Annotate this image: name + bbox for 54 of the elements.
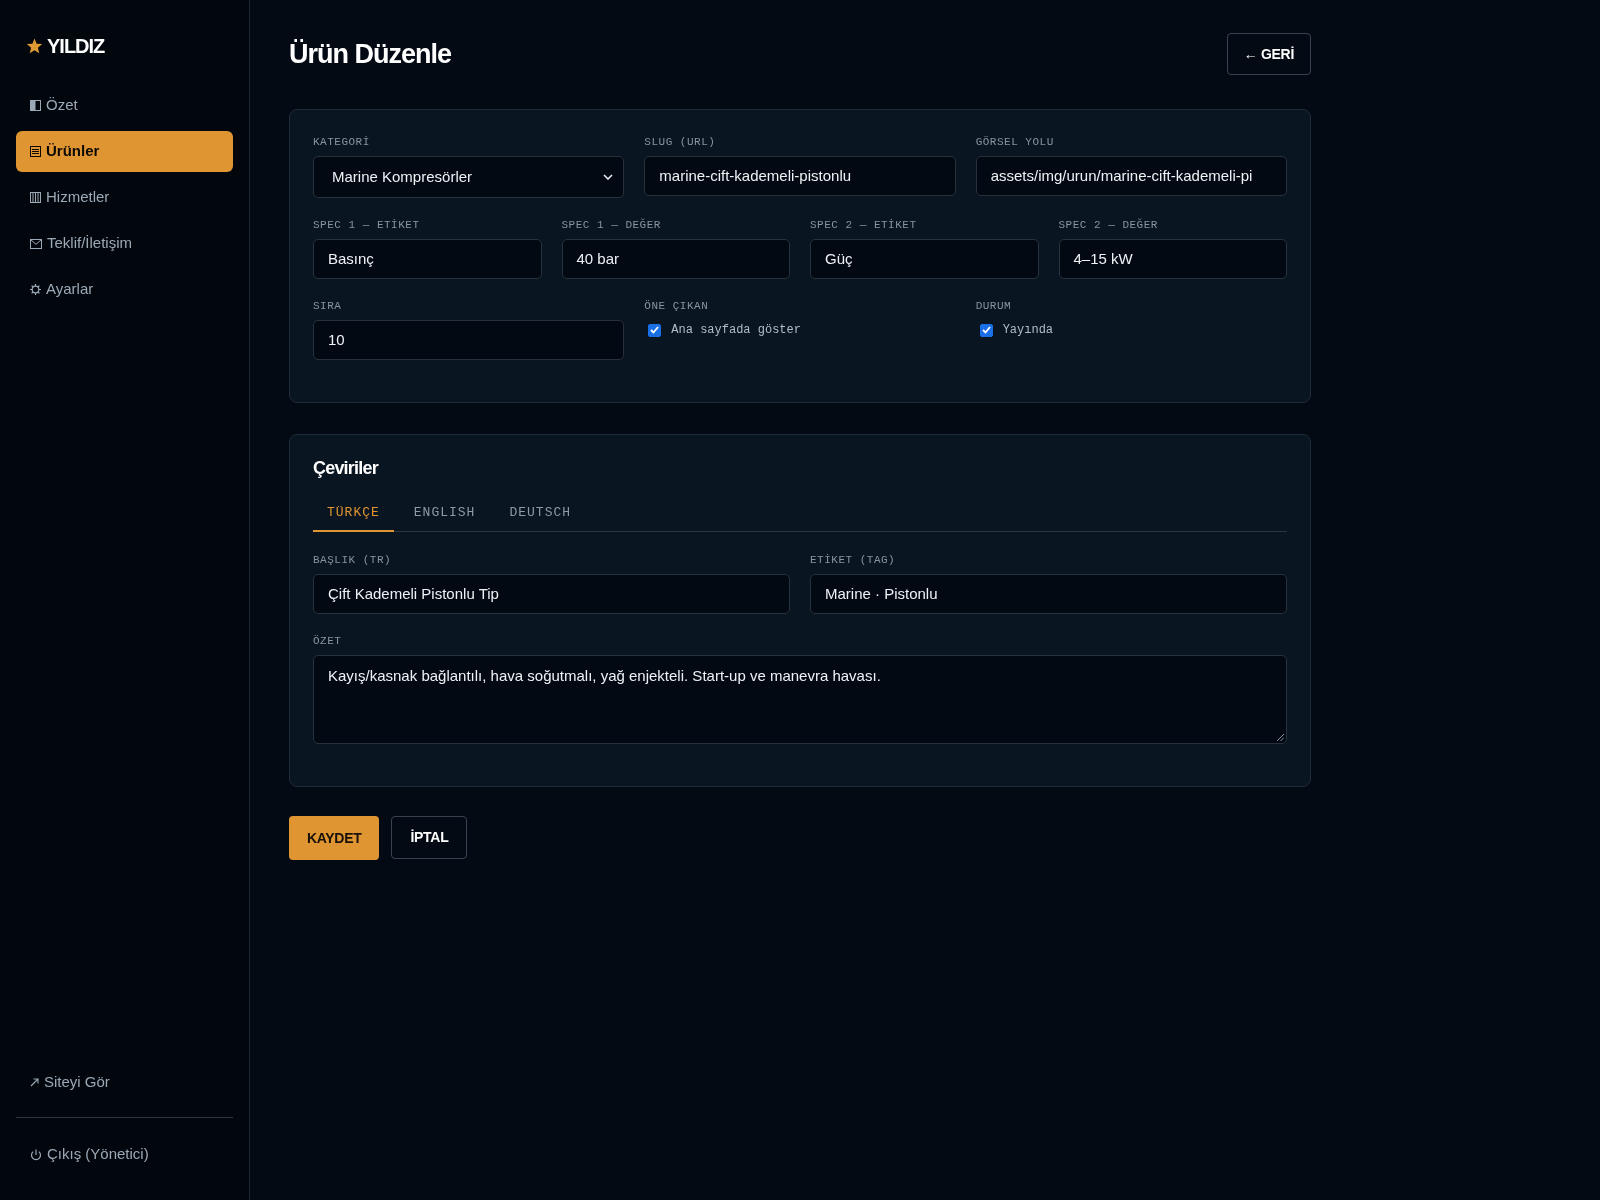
nav-item[interactable]: Ayarlar (16, 269, 233, 310)
input-field[interactable]: 40 bar (561, 239, 790, 279)
input-field[interactable]: assets/img/urun/marine-cift-kademeli-pi (975, 156, 1287, 196)
field-label: GÖRSEL YOLU (975, 135, 1055, 150)
power-icon (30, 1148, 42, 1161)
field-label: ETİKET (TAG) (810, 553, 897, 568)
input-field[interactable]: 4–15 kW (1058, 239, 1287, 279)
field-label: SPEC 1 — DEĞER (561, 217, 662, 233)
list-icon (30, 146, 41, 157)
chevron-down-icon (603, 174, 614, 180)
category-select[interactable]: Marine Kompresörler (313, 156, 625, 198)
section-title: Çeviriler (313, 457, 380, 479)
field-label: BAŞLIK (TR) (313, 553, 393, 568)
field-label: ÖZET (313, 634, 343, 649)
nav-item[interactable]: Teklif/İletişim (16, 223, 233, 264)
resize-grip-icon (1277, 734, 1284, 741)
logo-text: YILDIZ (47, 34, 105, 58)
input-field[interactable]: marine-cift-kademeli-pistonlu (644, 156, 956, 196)
field-label: SLUG (URL) (644, 135, 717, 150)
cancel-button[interactable]: İPTAL (391, 816, 468, 859)
nav-item[interactable]: Ürünler (16, 131, 233, 172)
language-tab[interactable]: TÜRKÇE (313, 497, 394, 532)
language-tab[interactable]: ENGLISH (399, 497, 490, 532)
input-field[interactable]: Çift Kademeli Pistonlu Tip (313, 574, 790, 614)
input-field[interactable]: 10 (313, 320, 625, 360)
save-button[interactable]: KAYDET (289, 816, 380, 860)
settings-icon (30, 284, 41, 295)
nav-item[interactable]: Özet (16, 85, 233, 126)
language-tab[interactable]: DEUTSCH (495, 497, 586, 532)
input-field[interactable]: Marine · Pistonlu (810, 574, 1287, 614)
checkbox-label: Ana sayfada göster (671, 322, 801, 339)
logout-link[interactable]: Çıkış (Yönetici) (16, 1134, 233, 1175)
field-label: SIRA (313, 299, 343, 314)
input-field[interactable]: Basınç (313, 239, 542, 279)
half-square-icon (30, 100, 41, 111)
field-label: DURUM (975, 299, 1013, 314)
back-button[interactable]: ← GERİ (1226, 33, 1311, 75)
checkbox-label: Yayında (1002, 322, 1054, 339)
envelope-icon (30, 238, 42, 249)
star-icon (26, 38, 43, 54)
field-label: ÖNE ÇIKAN (644, 299, 710, 314)
checkbox[interactable] (648, 323, 662, 337)
page-title: Ürün Düzenle (289, 38, 451, 70)
columns-icon (30, 192, 41, 203)
field-label: KATEGORİ (313, 135, 371, 150)
input-field[interactable]: Güç (810, 239, 1039, 279)
field-label: SPEC 1 — ETİKET (313, 218, 421, 233)
arrow-up-right-icon (30, 1078, 39, 1087)
field-label: SPEC 2 — DEĞER (1058, 217, 1159, 233)
nav-item[interactable]: Hizmetler (16, 177, 233, 218)
sidebar-link[interactable]: Siteyi Gör (16, 1062, 233, 1103)
textarea-field[interactable]: Kayış/kasnak bağlantılı, hava soğutmalı, yağ enjekteli. Start-up ve manevra havası. (313, 655, 1287, 744)
field-label: SPEC 2 — ETİKET (810, 218, 918, 233)
checkbox[interactable] (979, 323, 993, 337)
